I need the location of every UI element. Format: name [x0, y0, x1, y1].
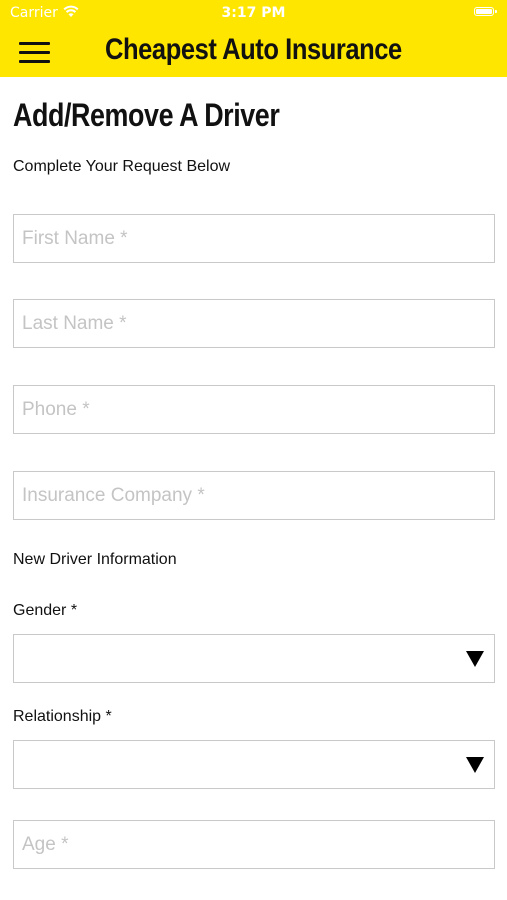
- gender-label: Gender *: [13, 602, 78, 619]
- dropdown-caret-icon: [466, 757, 484, 773]
- status-bar: Carrier 3:17 PM: [0, 0, 507, 28]
- page-title: Add/Remove A Driver: [13, 97, 280, 133]
- last-name-input[interactable]: [13, 299, 495, 348]
- battery-icon: [474, 7, 497, 16]
- new-driver-section-heading: New Driver Information: [13, 551, 177, 568]
- insurance-company-input[interactable]: [13, 471, 495, 520]
- relationship-select[interactable]: [13, 740, 495, 789]
- first-name-input[interactable]: [13, 214, 495, 263]
- gender-select[interactable]: [13, 634, 495, 683]
- page-subtitle: Complete Your Request Below: [13, 158, 231, 175]
- relationship-label: Relationship *: [13, 708, 112, 725]
- app-title: Cheapest Auto Insurance: [105, 33, 402, 66]
- status-time: 3:17 PM: [221, 5, 286, 21]
- app-header: Carrier 3:17 PM Cheapest Auto Insurance: [0, 0, 507, 77]
- phone-input[interactable]: [13, 385, 495, 434]
- dropdown-caret-icon: [466, 651, 484, 667]
- age-input[interactable]: [13, 820, 495, 869]
